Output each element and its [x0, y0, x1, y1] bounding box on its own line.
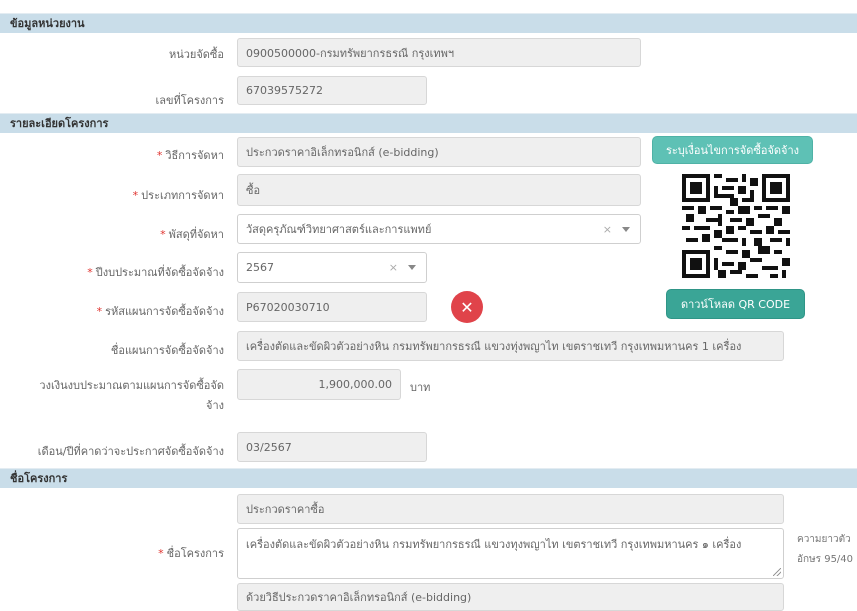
project-number-field: 67039575272 — [237, 76, 427, 105]
project-title-text: เครื่องตัดและขัดผิวตัวอย่างหิน กรมทรัพยา… — [246, 538, 742, 551]
section-header-agency: ข้อมูลหน่วยงาน — [0, 13, 857, 33]
specify-conditions-button[interactable]: ระบุเงื่อนไขการจัดซื้อจัดจ้าง — [652, 136, 813, 164]
label-plan-code: * รหัสแผนการจัดซื้อจัดจ้าง — [96, 305, 224, 318]
clear-icon[interactable]: × — [389, 261, 398, 274]
procurement-method-field: ประกวดราคาอิเล็กทรอนิกส์ (e-bidding) — [237, 137, 641, 167]
procurement-type-field: ซื้อ — [237, 174, 641, 206]
remove-plan-button[interactable]: ✕ — [451, 291, 483, 323]
label-supply-category: * พัสดุที่จัดหา — [160, 228, 224, 241]
close-icon: ✕ — [460, 297, 474, 317]
procuring-unit-field: 0900500000-กรมทรัพยากรธรณี กรุงเทพฯ — [237, 38, 641, 67]
download-qr-button[interactable]: ดาวน์โหลด QR CODE — [666, 289, 805, 319]
section-header-details: รายละเอียดโครงการ — [0, 113, 857, 133]
clear-icon[interactable]: × — [603, 223, 612, 236]
label-procurement-method: * วิธีการจัดหา — [156, 149, 224, 162]
budget-amount-field: 1,900,000.00 — [237, 369, 401, 400]
supply-category-select[interactable]: วัสดุครุภัณฑ์วิทยาศาสตร์และการแพทย์ × — [237, 214, 641, 244]
chevron-down-icon[interactable] — [408, 265, 416, 270]
budget-year-value: 2567 — [246, 261, 274, 274]
resize-handle-icon[interactable] — [773, 568, 781, 576]
supply-category-value: วัสดุครุภัณฑ์วิทยาศาสตร์และการแพทย์ — [246, 223, 432, 236]
label-announce-month: เดือน/ปีที่คาดว่าจะประกาศจัดซื้อจัดจ้าง — [37, 445, 224, 458]
qr-code-icon — [682, 174, 790, 278]
budget-unit: บาท — [410, 381, 431, 394]
label-budget-year: * ปีงบประมาณที่จัดซื้อจัดจ้าง — [87, 266, 224, 279]
project-title-suffix: ด้วยวิธีประกวดราคาอิเล็กทรอนิกส์ (e-bidd… — [237, 583, 784, 611]
label-project-number: เลขที่โครงการ — [155, 94, 224, 107]
project-title-prefix: ประกวดราคาซื้อ — [237, 494, 784, 524]
announce-month-field: 03/2567 — [237, 432, 427, 462]
label-plan-name: ชื่อแผนการจัดซื้อจัดจ้าง — [110, 344, 224, 357]
label-procurement-type: * ประเภทการจัดหา — [132, 189, 224, 202]
plan-code-field: P67020030710 — [237, 292, 427, 322]
budget-year-select[interactable]: 2567 × — [237, 252, 427, 283]
plan-name-field: เครื่องตัดและขัดผิวตัวอย่างหิน กรมทรัพยา… — [237, 331, 784, 361]
project-title-textarea[interactable]: เครื่องตัดและขัดผิวตัวอย่างหิน กรมทรัพยา… — [237, 528, 784, 579]
label-procuring-unit: หน่วยจัดซื้อ — [168, 48, 224, 61]
section-header-project-name: ชื่อโครงการ — [0, 468, 857, 488]
label-project-title: * ชื่อโครงการ — [158, 547, 224, 560]
chevron-down-icon[interactable] — [622, 226, 630, 232]
label-budget-amount: วงเงินงบประมาณตามแผนการจัดซื้อจัด จ้าง — [39, 379, 224, 412]
char-count-note: ความยาวตัว อักษร 95/40 — [797, 534, 854, 565]
